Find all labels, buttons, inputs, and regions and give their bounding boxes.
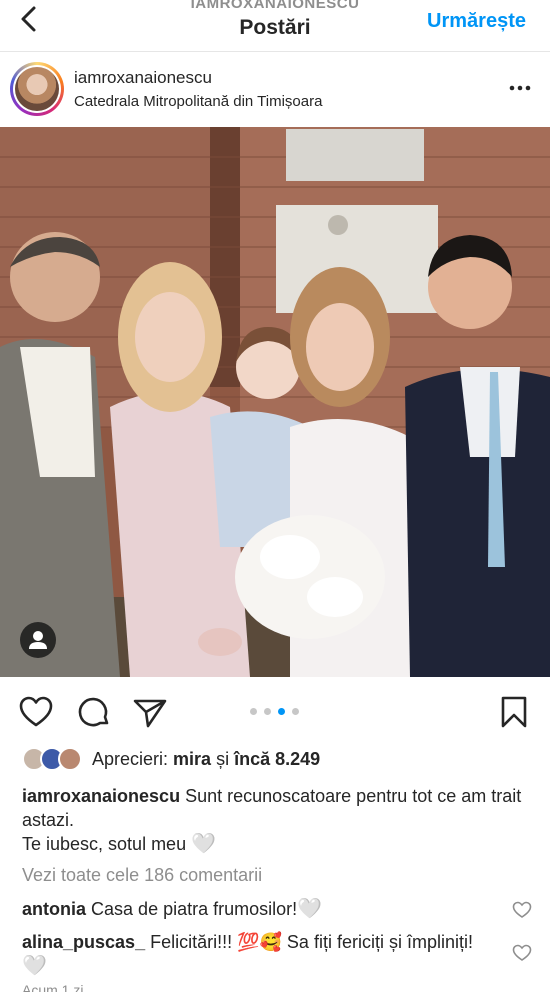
top-bar: IAMROXANAIONESCU Postări Urmărește — [0, 0, 550, 52]
likes-connector: și — [211, 749, 235, 769]
more-options-icon[interactable] — [508, 78, 532, 98]
view-all-comments-link[interactable]: Vezi toate cele 186 comentarii — [22, 865, 262, 886]
wedding-photo — [0, 127, 550, 677]
caption-username[interactable]: iamroxanaionescu — [22, 786, 180, 806]
carousel-dot-active — [278, 708, 285, 715]
action-bar — [0, 690, 550, 734]
post-username[interactable]: iamroxanaionescu — [74, 68, 212, 88]
white-heart-emoji: 🤍 — [22, 955, 47, 977]
caption-line2: Te iubesc, sotul meu — [22, 834, 187, 854]
liker-avatar — [58, 747, 82, 771]
comment-text: Casa de piatra frumosilor! — [91, 899, 298, 919]
likes-prefix: Aprecieri: — [92, 749, 174, 769]
comment-like-heart-icon[interactable] — [512, 943, 532, 963]
first-liker[interactable]: mira — [173, 749, 211, 769]
user-icon — [29, 631, 47, 649]
others-count[interactable]: încă 8.249 — [234, 749, 320, 769]
post-header: iamroxanaionescu Catedrala Mitropolitană… — [0, 56, 550, 126]
comment-username[interactable]: alina_puscas_ — [22, 932, 145, 952]
likes-row[interactable]: Aprecieri: mira și încă 8.249 — [0, 744, 550, 776]
post-location[interactable]: Catedrala Mitropolitană din Timișoara — [74, 93, 322, 110]
comment-icon[interactable] — [76, 694, 112, 730]
avatar[interactable] — [10, 62, 64, 116]
white-heart-emoji: 🤍 — [297, 898, 323, 920]
post-photo[interactable] — [0, 127, 550, 677]
send-icon[interactable] — [132, 694, 168, 730]
tagged-people-button[interactable] — [20, 622, 56, 658]
comment-like-heart-icon[interactable] — [512, 900, 532, 920]
carousel-dot — [264, 708, 271, 715]
likes-count[interactable]: Aprecieri: mira și încă 8.249 — [92, 749, 320, 770]
avatar-inner — [13, 65, 61, 113]
carousel-dot — [292, 708, 299, 715]
comment: antonia Casa de piatra frumosilor!🤍 — [22, 897, 492, 921]
avatar-image — [15, 67, 59, 111]
comment-text: Felicitări!!! 💯🥰 Sa fiți fericiți și împ… — [150, 932, 473, 952]
heart-icon[interactable] — [18, 694, 54, 730]
post-time: Acum 1 zi — [22, 982, 84, 992]
comment-username[interactable]: antonia — [22, 899, 86, 919]
white-heart-emoji: 🤍 — [191, 833, 217, 855]
bookmark-icon[interactable] — [496, 694, 532, 730]
comment: alina_puscas_ Felicitări!!! 💯🥰 Sa fiți f… — [22, 930, 492, 978]
carousel-dot — [250, 708, 257, 715]
carousel-indicator — [250, 708, 310, 718]
post-caption: iamroxanaionescu Sunt recunoscatoare pen… — [22, 784, 522, 856]
follow-button[interactable]: Urmărește — [427, 10, 526, 33]
